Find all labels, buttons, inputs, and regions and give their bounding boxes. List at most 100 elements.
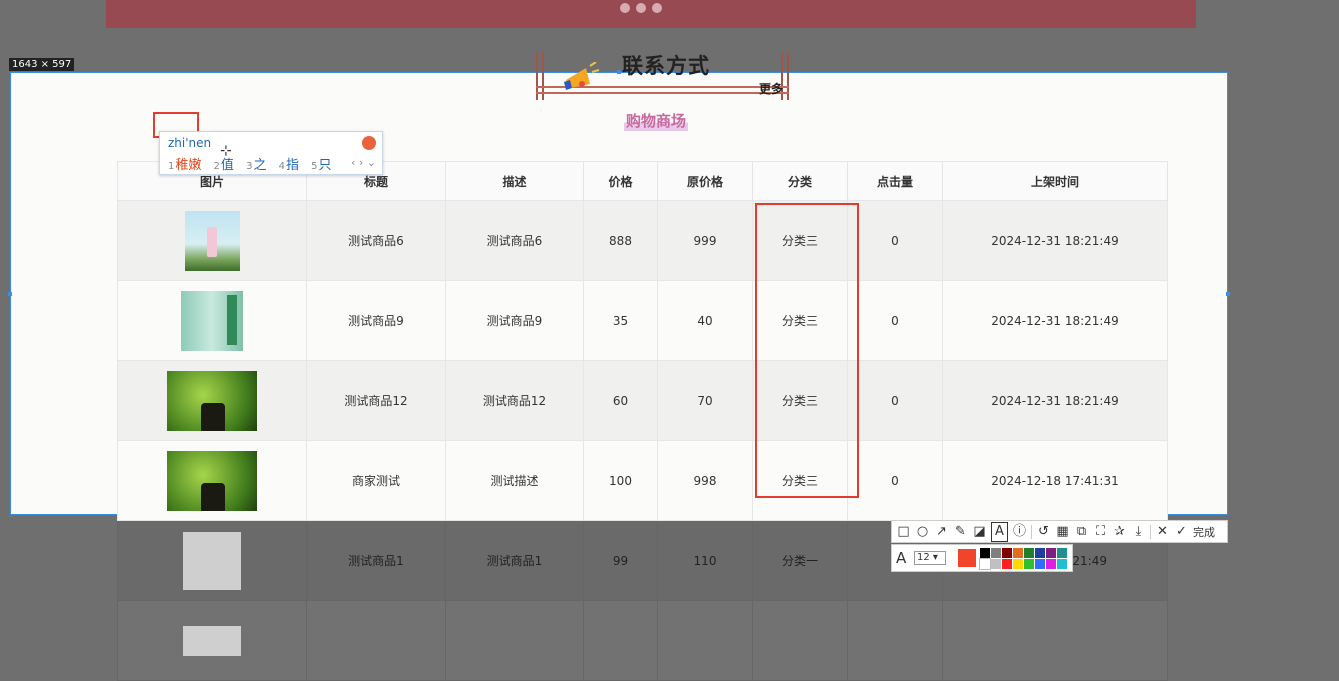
color-swatch[interactable] — [1057, 548, 1067, 558]
ime-candidate[interactable]: 5只 — [311, 158, 331, 173]
close-icon[interactable]: ✕ — [1155, 523, 1170, 541]
title-cell: 测试商品1 — [306, 520, 446, 601]
price-cell: 100 — [583, 440, 658, 521]
more-link[interactable]: 更多 — [759, 80, 783, 97]
ime-logo-icon[interactable] — [362, 136, 376, 150]
color-swatch[interactable] — [1002, 559, 1012, 569]
column-header: 价格 — [583, 161, 658, 201]
color-swatch[interactable] — [1002, 548, 1012, 558]
color-swatch[interactable] — [1024, 548, 1034, 558]
pen-tool-icon[interactable]: ✎ — [953, 523, 968, 541]
color-swatch[interactable] — [1013, 559, 1023, 569]
long-screenshot-icon[interactable]: ⛶ — [1093, 523, 1108, 541]
product-image-cell — [117, 440, 307, 521]
orig-price-cell: 998 — [657, 440, 753, 521]
ime-candidate[interactable]: 4指 — [279, 158, 299, 173]
color-swatch[interactable] — [1013, 548, 1023, 558]
download-icon[interactable]: ⤓ — [1131, 523, 1146, 541]
undo-icon[interactable]: ↺ — [1036, 523, 1051, 541]
resize-handle[interactable] — [8, 292, 12, 296]
title-cell: 测试商品6 — [306, 200, 446, 281]
product-image[interactable] — [181, 290, 243, 351]
ime-page-nav[interactable]: ‹ › ⌄ — [351, 156, 376, 169]
clicks-cell: 0 — [847, 280, 943, 361]
done-button[interactable]: 完成 — [1193, 524, 1215, 540]
price-cell: 888 — [583, 200, 658, 281]
table-row[interactable]: 测试商品9 测试商品9 35 40 分类三 0 2024-12-31 18:21… — [117, 280, 1168, 361]
product-image[interactable] — [167, 370, 257, 431]
ime-candidate[interactable]: 2值 — [214, 158, 234, 173]
ime-pinyin: zhi'nen — [168, 136, 212, 150]
color-swatch[interactable] — [1035, 559, 1045, 569]
color-palette — [979, 548, 1067, 570]
product-image[interactable] — [183, 531, 241, 590]
clicks-cell: 0 — [847, 360, 943, 441]
arrow-tool-icon[interactable]: ↗ — [934, 523, 949, 541]
ime-candidate[interactable]: 1稚嫩 — [168, 158, 201, 173]
snip-toolbar: □ ○ ↗ ✎ ◪ A ⓘ ↺ ▦ ⧉ ⛶ ✰ ⤓ ✕ ✓ 完成 — [891, 520, 1228, 543]
current-color-swatch[interactable] — [958, 549, 976, 567]
table-row[interactable]: 测试商品6 测试商品6 888 999 分类三 0 2024-12-31 18:… — [117, 200, 1168, 281]
translate-icon[interactable]: ⧉ — [1074, 523, 1089, 541]
product-image-cell — [117, 600, 307, 681]
color-swatch[interactable] — [1046, 559, 1056, 569]
orig-price-cell: 110 — [657, 520, 753, 601]
rectangle-tool-icon[interactable]: □ — [896, 523, 911, 541]
table-row[interactable]: 测试商品12 测试商品12 60 70 分类三 0 2024-12-31 18:… — [117, 360, 1168, 441]
table-row[interactable]: 商家测试 测试描述 100 998 分类三 0 2024-12-18 17:41… — [117, 440, 1168, 521]
ime-candidate[interactable]: 3之 — [246, 158, 266, 173]
toolbar-divider — [1150, 524, 1151, 539]
orig-price-cell: 999 — [657, 200, 753, 281]
color-swatch[interactable] — [980, 548, 990, 558]
color-swatch[interactable] — [1046, 548, 1056, 558]
title-cell: 测试商品12 — [306, 360, 446, 441]
ocr-icon[interactable]: ▦ — [1055, 523, 1070, 541]
font-size-select[interactable]: 12 ▾ — [914, 551, 946, 565]
price-cell: 35 — [583, 280, 658, 361]
product-image[interactable] — [183, 625, 241, 656]
desc-cell: 测试商品9 — [445, 280, 584, 361]
table-row[interactable] — [117, 600, 1168, 681]
color-swatch[interactable] — [1024, 559, 1034, 569]
color-swatch[interactable] — [991, 559, 1001, 569]
number-tool-icon[interactable]: ⓘ — [1012, 523, 1027, 541]
desc-cell: 测试描述 — [445, 440, 584, 521]
section-title: 购物商场 — [624, 110, 689, 131]
product-table: 图片 标题 描述 价格 原价格 分类 点击量 上架时间 测试商品6 测试商品6 … — [117, 161, 1168, 681]
product-image-cell — [117, 360, 307, 441]
column-header: 点击量 — [847, 161, 943, 201]
product-image-cell — [117, 200, 307, 281]
time-cell: 2024-12-31 18:21:49 — [942, 360, 1168, 441]
orig-price-cell: 40 — [657, 280, 753, 361]
mosaic-tool-icon[interactable]: ◪ — [972, 523, 987, 541]
pin-icon[interactable]: ✰ — [1112, 523, 1127, 541]
color-swatch[interactable] — [1057, 559, 1067, 569]
clicks-cell: 0 — [847, 200, 943, 281]
product-image[interactable] — [167, 450, 257, 511]
product-image-cell — [117, 280, 307, 361]
annotation-rectangle[interactable] — [755, 203, 859, 498]
capture-size-badge: 1643 × 597 — [9, 58, 75, 71]
clicks-cell: 0 — [847, 440, 943, 521]
color-swatch[interactable] — [979, 558, 991, 570]
font-icon: A — [896, 549, 907, 567]
check-icon[interactable]: ✓ — [1174, 523, 1189, 541]
text-tool-icon[interactable]: A — [991, 521, 1008, 542]
column-header: 原价格 — [657, 161, 753, 201]
contact-header: 联系方式 更多 — [536, 52, 789, 100]
product-image[interactable] — [184, 210, 240, 271]
ime-candidate-window: zhi'nen 1稚嫩 2值 3之 4指 5只 ‹ › ⌄ — [159, 131, 383, 175]
crosshair-cursor-icon: ⊹ — [220, 143, 232, 159]
color-swatch[interactable] — [1035, 548, 1045, 558]
ellipse-tool-icon[interactable]: ○ — [915, 523, 930, 541]
color-swatch[interactable] — [991, 548, 1001, 558]
desc-cell: 测试商品12 — [445, 360, 584, 441]
price-cell: 60 — [583, 360, 658, 441]
carousel-dots — [620, 2, 668, 16]
column-header: 描述 — [445, 161, 584, 201]
title-cell: 商家测试 — [306, 440, 446, 521]
price-cell: 99 — [583, 520, 658, 601]
resize-handle[interactable] — [1226, 292, 1230, 296]
title-cell: 测试商品9 — [306, 280, 446, 361]
column-header: 上架时间 — [942, 161, 1168, 201]
